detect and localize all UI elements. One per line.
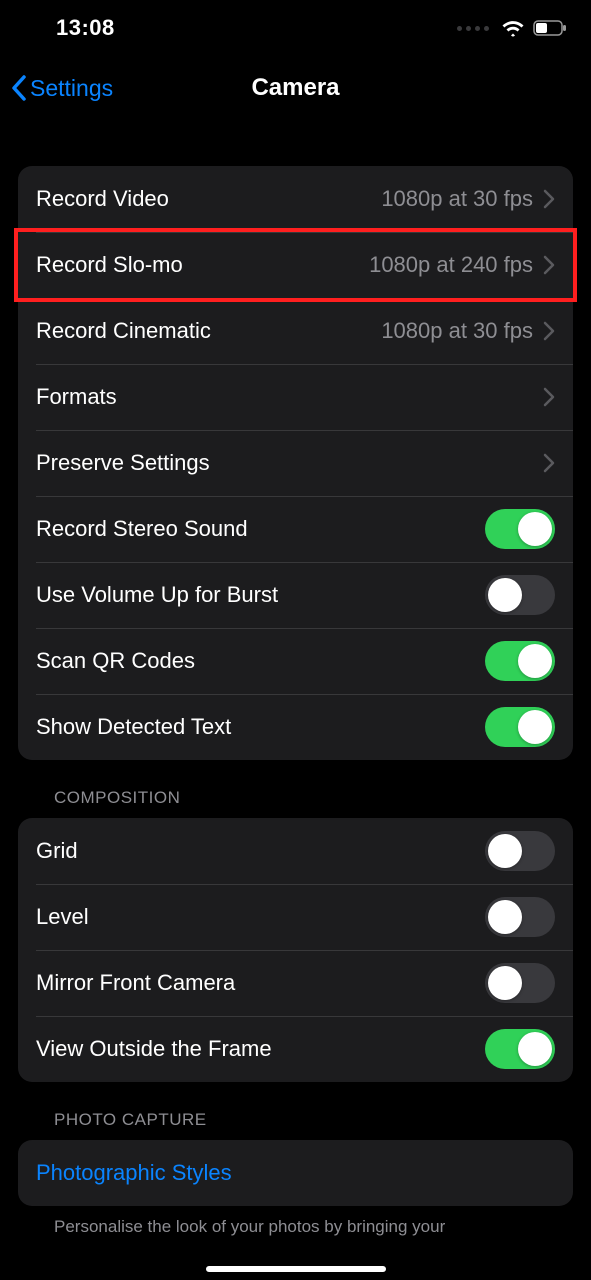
wifi-icon	[501, 19, 525, 37]
toggle-record-stereo-sound[interactable]	[485, 509, 555, 549]
row-value: 1080p at 240 fps	[369, 252, 533, 278]
toggle-use-volume-up-for-burst[interactable]	[485, 575, 555, 615]
toggle-show-detected-text[interactable]	[485, 707, 555, 747]
row-level[interactable]: Level	[18, 884, 573, 950]
chevron-right-icon	[543, 321, 555, 341]
row-formats[interactable]: Formats	[18, 364, 573, 430]
chevron-right-icon	[543, 255, 555, 275]
row-label: Record Stereo Sound	[36, 516, 485, 542]
toggle-mirror-front-camera[interactable]	[485, 963, 555, 1003]
status-bar: 13:08	[0, 0, 591, 56]
row-label: Level	[36, 904, 485, 930]
row-label: View Outside the Frame	[36, 1036, 485, 1062]
chevron-right-icon	[543, 387, 555, 407]
row-value: 1080p at 30 fps	[381, 318, 533, 344]
toggle-view-outside-the-frame[interactable]	[485, 1029, 555, 1069]
row-label: Preserve Settings	[36, 450, 543, 476]
row-use-volume-up-for-burst[interactable]: Use Volume Up for Burst	[18, 562, 573, 628]
section-header-composition: COMPOSITION	[18, 760, 573, 818]
row-label: Record Cinematic	[36, 318, 381, 344]
row-show-detected-text[interactable]: Show Detected Text	[18, 694, 573, 760]
chevron-right-icon	[543, 453, 555, 473]
status-indicators	[457, 19, 567, 37]
page-title: Camera	[251, 74, 339, 102]
row-record-cinematic[interactable]: Record Cinematic1080p at 30 fps	[18, 298, 573, 364]
toggle-grid[interactable]	[485, 831, 555, 871]
row-mirror-front-camera[interactable]: Mirror Front Camera	[18, 950, 573, 1016]
chevron-left-icon	[10, 74, 28, 102]
status-time: 13:08	[56, 15, 115, 41]
back-button[interactable]: Settings	[10, 56, 113, 120]
row-preserve-settings[interactable]: Preserve Settings	[18, 430, 573, 496]
chevron-right-icon	[543, 189, 555, 209]
settings-group-main: Record Video1080p at 30 fpsRecord Slo-mo…	[18, 166, 573, 760]
row-label: Formats	[36, 384, 543, 410]
row-label: Use Volume Up for Burst	[36, 582, 485, 608]
row-label: Grid	[36, 838, 485, 864]
row-label: Scan QR Codes	[36, 648, 485, 674]
row-photographic-styles[interactable]: Photographic Styles	[18, 1140, 573, 1206]
row-label: Mirror Front Camera	[36, 970, 485, 996]
back-label: Settings	[30, 75, 113, 102]
section-header-photo-capture: PHOTO CAPTURE	[18, 1082, 573, 1140]
section-footer-photo-capture: Personalise the look of your photos by b…	[18, 1206, 573, 1238]
row-scan-qr-codes[interactable]: Scan QR Codes	[18, 628, 573, 694]
row-record-slo-mo[interactable]: Record Slo-mo1080p at 240 fps	[18, 232, 573, 298]
cellular-dots-icon	[457, 26, 489, 31]
row-label: Photographic Styles	[36, 1160, 555, 1186]
row-grid[interactable]: Grid	[18, 818, 573, 884]
row-label: Record Slo-mo	[36, 252, 369, 278]
toggle-scan-qr-codes[interactable]	[485, 641, 555, 681]
settings-group-composition: Grid Level Mirror Front Camera View Outside…	[18, 818, 573, 1082]
settings-group-photo-capture: Photographic Styles	[18, 1140, 573, 1206]
battery-icon	[533, 20, 567, 36]
toggle-level[interactable]	[485, 897, 555, 937]
home-indicator[interactable]	[206, 1266, 386, 1272]
row-value: 1080p at 30 fps	[381, 186, 533, 212]
row-label: Show Detected Text	[36, 714, 485, 740]
row-label: Record Video	[36, 186, 381, 212]
row-record-video[interactable]: Record Video1080p at 30 fps	[18, 166, 573, 232]
nav-bar: Settings Camera	[0, 56, 591, 120]
row-record-stereo-sound[interactable]: Record Stereo Sound	[18, 496, 573, 562]
row-view-outside-the-frame[interactable]: View Outside the Frame	[18, 1016, 573, 1082]
